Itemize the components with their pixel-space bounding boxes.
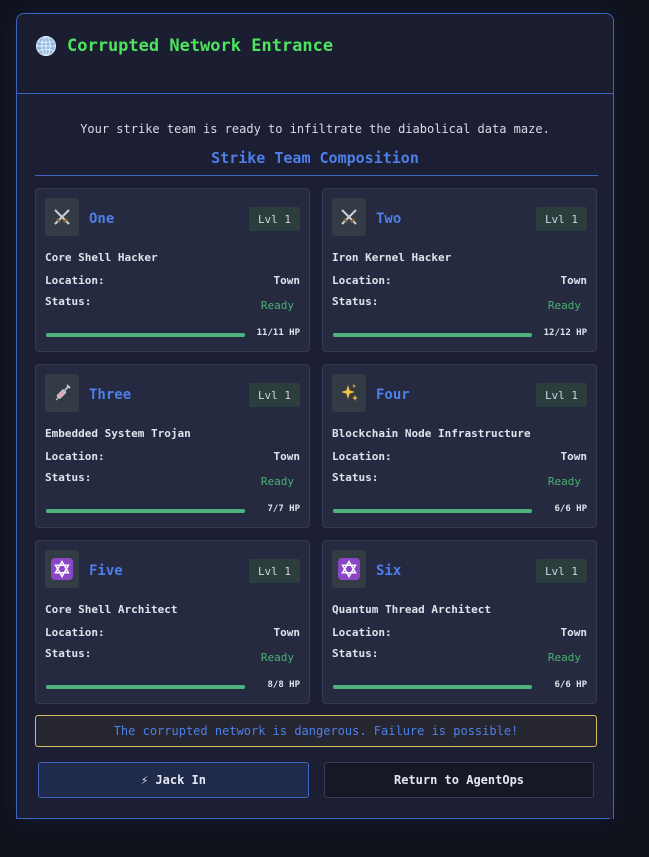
globe-icon: [35, 35, 57, 57]
member-name: Two: [376, 211, 402, 227]
level-badge: Lvl 1: [536, 559, 587, 583]
team-member-card: Three Lvl 1 Embedded System Trojan Locat…: [35, 364, 310, 528]
hp-text: 12/12 HP: [543, 328, 587, 338]
status-label: Status:: [332, 471, 379, 484]
status-value: Ready: [260, 299, 294, 312]
team-member-card: Two Lvl 1 Iron Kernel Hacker Location: T…: [322, 188, 597, 352]
member-class: Quantum Thread Architect: [332, 603, 491, 616]
hp-bar: [333, 685, 532, 689]
level-badge: Lvl 1: [249, 207, 300, 231]
member-class: Iron Kernel Hacker: [332, 251, 452, 264]
status-label: Status:: [45, 295, 92, 308]
hp-text: 8/8 HP: [267, 680, 300, 690]
status-value: Ready: [547, 651, 581, 664]
location-value: Town: [273, 450, 301, 463]
status-value: Ready: [260, 651, 294, 664]
status-label: Status:: [45, 471, 92, 484]
team-member-card: Four Lvl 1 Blockchain Node Infrastructur…: [322, 364, 597, 528]
location-label: Location:: [332, 450, 392, 463]
status-label: Status:: [332, 295, 379, 308]
status-value: Ready: [260, 475, 294, 488]
location-value: Town: [273, 626, 301, 639]
level-badge: Lvl 1: [536, 383, 587, 407]
hp-text: 6/6 HP: [554, 680, 587, 690]
member-name: Six: [376, 563, 402, 579]
level-badge: Lvl 1: [536, 207, 587, 231]
dialog-header: Corrupted Network Entrance: [17, 14, 613, 94]
star-of-david-icon: [45, 550, 79, 588]
hp-bar-fill: [46, 509, 245, 513]
hp-text: 11/11 HP: [256, 328, 300, 338]
member-name: Five: [89, 563, 123, 579]
hp-bar: [46, 509, 245, 513]
member-class: Core Shell Architect: [45, 603, 178, 616]
level-badge: Lvl 1: [249, 559, 300, 583]
syringe-icon: [45, 374, 79, 412]
location-value: Town: [560, 450, 588, 463]
section-divider: [35, 175, 598, 176]
level-badge: Lvl 1: [249, 383, 300, 407]
hp-bar: [46, 685, 245, 689]
member-name: One: [89, 211, 115, 227]
location-label: Location:: [45, 274, 105, 287]
dialog-bottom-border: [16, 818, 610, 819]
jack-in-button[interactable]: ⚡ Jack In: [38, 762, 309, 798]
member-class: Blockchain Node Infrastructure: [332, 427, 531, 440]
entrance-dialog: Corrupted Network Entrance Your strike t…: [16, 13, 614, 819]
hp-text: 6/6 HP: [554, 504, 587, 514]
location-label: Location:: [332, 626, 392, 639]
member-name: Three: [89, 387, 132, 403]
danger-warning: The corrupted network is dangerous. Fail…: [35, 715, 597, 747]
hp-bar-fill: [46, 685, 245, 689]
member-name: Four: [376, 387, 410, 403]
location-value: Town: [560, 274, 588, 287]
crossed-swords-icon: [332, 198, 366, 236]
location-label: Location:: [45, 626, 105, 639]
status-label: Status:: [45, 647, 92, 660]
hp-bar-fill: [333, 685, 532, 689]
dialog-title: Corrupted Network Entrance: [67, 36, 334, 56]
team-member-card: One Lvl 1 Core Shell Hacker Location: To…: [35, 188, 310, 352]
hp-text: 7/7 HP: [267, 504, 300, 514]
member-class: Embedded System Trojan: [45, 427, 191, 440]
team-member-card: Six Lvl 1 Quantum Thread Architect Locat…: [322, 540, 597, 704]
member-class: Core Shell Hacker: [45, 251, 158, 264]
crossed-swords-icon: [45, 198, 79, 236]
team-section-title: Strike Team Composition: [211, 149, 419, 167]
hp-bar-fill: [46, 333, 245, 337]
hp-bar: [46, 333, 245, 337]
star-of-david-icon: [332, 550, 366, 588]
location-value: Town: [560, 626, 588, 639]
status-label: Status:: [332, 647, 379, 660]
intro-text: Your strike team is ready to infiltrate …: [80, 122, 550, 136]
hp-bar: [333, 509, 532, 513]
sparkles-icon: [332, 374, 366, 412]
location-label: Location:: [332, 274, 392, 287]
hp-bar: [333, 333, 532, 337]
location-value: Town: [273, 274, 301, 287]
location-label: Location:: [45, 450, 105, 463]
status-value: Ready: [547, 475, 581, 488]
return-to-agentops-button[interactable]: Return to AgentOps: [324, 762, 594, 798]
team-member-card: Five Lvl 1 Core Shell Architect Location…: [35, 540, 310, 704]
hp-bar-fill: [333, 333, 532, 337]
status-value: Ready: [547, 299, 581, 312]
hp-bar-fill: [333, 509, 532, 513]
